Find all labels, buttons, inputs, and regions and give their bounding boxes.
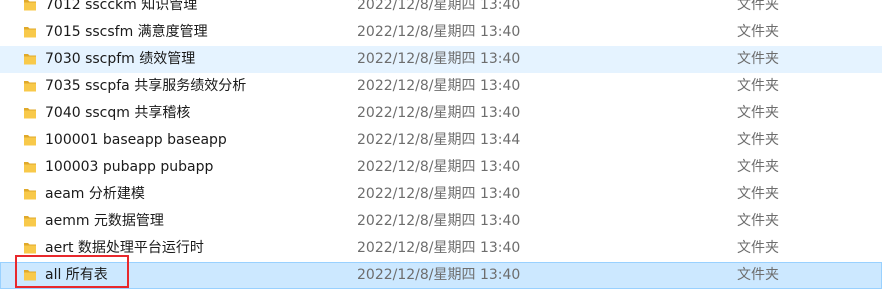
file-type: 文件夹 [737, 51, 779, 67]
folder-icon [24, 81, 36, 92]
file-row[interactable]: 7035 sscpfa 共享服务绩效分析 2022/12/8/星期四 13:40 文… [0, 73, 882, 100]
file-type: 文件夹 [737, 24, 779, 40]
file-name[interactable]: 7030 sscpfm 绩效管理 [45, 47, 345, 72]
file-row[interactable]: 7030 sscpfm 绩效管理 2022/12/8/星期四 13:40 文件夹 [0, 46, 882, 73]
file-modified-date: 2022/12/8/星期四 13:40 [357, 51, 521, 67]
file-row[interactable]: 7012 sscckm 知识管理 2022/12/8/星期四 13:40 文件夹 [0, 0, 882, 19]
file-modified-date: 2022/12/8/星期四 13:40 [357, 105, 521, 121]
file-modified-date: 2022/12/8/星期四 13:40 [357, 0, 521, 13]
file-modified-date: 2022/12/8/星期四 13:40 [357, 240, 521, 256]
folder-icon [24, 162, 36, 173]
folder-icon [24, 270, 36, 281]
file-modified-date: 2022/12/8/星期四 13:40 [357, 78, 521, 94]
file-name[interactable]: 7040 sscqm 共享稽核 [45, 101, 345, 126]
file-type: 文件夹 [737, 132, 779, 148]
file-row[interactable]: 100003 pubapp pubapp 2022/12/8/星期四 13:40 文… [0, 154, 882, 181]
file-name[interactable]: 7035 sscpfa 共享服务绩效分析 [45, 74, 345, 99]
file-row[interactable]: aemm 元数据管理 2022/12/8/星期四 13:40 文件夹 [0, 208, 882, 235]
file-modified-date: 2022/12/8/星期四 13:40 [357, 159, 521, 175]
file-type: 文件夹 [737, 78, 779, 94]
folder-icon [24, 243, 36, 254]
file-name[interactable]: 7012 sscckm 知识管理 [45, 0, 345, 18]
file-name[interactable]: all 所有表 [45, 263, 345, 288]
folder-icon [24, 135, 36, 146]
file-row[interactable]: 7015 sscsfm 满意度管理 2022/12/8/星期四 13:40 文件夹 [0, 19, 882, 46]
file-row[interactable]: aeam 分析建模 2022/12/8/星期四 13:40 文件夹 [0, 181, 882, 208]
file-modified-date: 2022/12/8/星期四 13:40 [357, 186, 521, 202]
file-name[interactable]: aert 数据处理平台运行时 [45, 236, 345, 261]
file-name[interactable]: aeam 分析建模 [45, 182, 345, 207]
file-type: 文件夹 [737, 240, 779, 256]
file-modified-date: 2022/12/8/星期四 13:40 [357, 267, 521, 283]
file-modified-date: 2022/12/8/星期四 13:40 [357, 213, 521, 229]
folder-icon [24, 54, 36, 65]
folder-icon [24, 27, 36, 38]
file-row[interactable]: all 所有表 2022/12/8/星期四 13:40 文件夹 [0, 262, 882, 289]
file-modified-date: 2022/12/8/星期四 13:40 [357, 24, 521, 40]
file-type: 文件夹 [737, 213, 779, 229]
file-type: 文件夹 [737, 105, 779, 121]
folder-icon [24, 189, 36, 200]
file-name[interactable]: aemm 元数据管理 [45, 209, 345, 234]
file-type: 文件夹 [737, 186, 779, 202]
file-modified-date: 2022/12/8/星期四 13:44 [357, 132, 521, 148]
folder-icon [24, 0, 36, 11]
file-row[interactable]: 100001 baseapp baseapp 2022/12/8/星期四 13:4… [0, 127, 882, 154]
file-row[interactable]: aert 数据处理平台运行时 2022/12/8/星期四 13:40 文件夹 [0, 235, 882, 262]
file-type: 文件夹 [737, 159, 779, 175]
folder-icon [24, 216, 36, 227]
file-list: 7012 sscckm 知识管理 2022/12/8/星期四 13:40 文件夹 70… [0, 0, 882, 289]
file-name[interactable]: 100001 baseapp baseapp [45, 128, 345, 153]
file-name[interactable]: 7015 sscsfm 满意度管理 [45, 20, 345, 45]
file-name[interactable]: 100003 pubapp pubapp [45, 155, 345, 180]
folder-icon [24, 108, 36, 119]
file-type: 文件夹 [737, 267, 779, 283]
file-row[interactable]: 7040 sscqm 共享稽核 2022/12/8/星期四 13:40 文件夹 [0, 100, 882, 127]
file-type: 文件夹 [737, 0, 779, 13]
